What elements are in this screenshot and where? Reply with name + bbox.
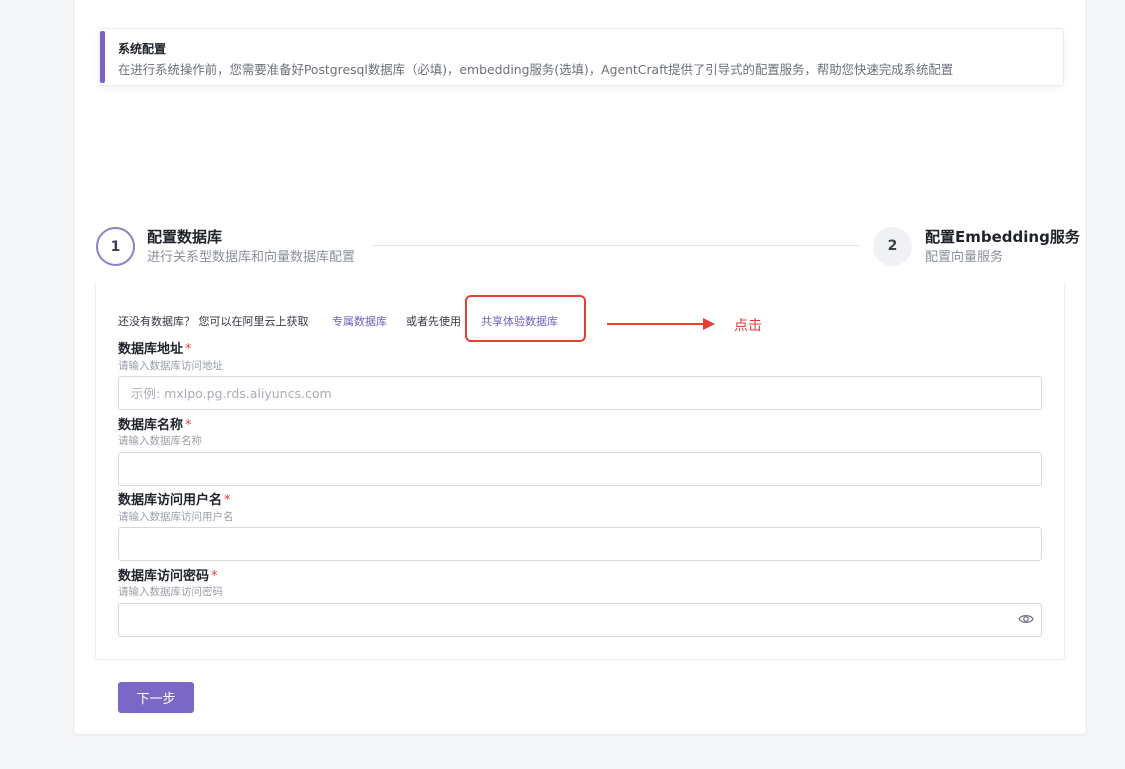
- db-username-label: 数据库访问用户名 *: [118, 489, 231, 508]
- notice-accent-bar: [100, 31, 105, 83]
- db-password-label: 数据库访问密码 *: [118, 565, 218, 584]
- step-2-indicator[interactable]: 2: [873, 227, 912, 266]
- db-address-label-text: 数据库地址: [118, 342, 184, 357]
- required-mark: *: [185, 342, 192, 357]
- eye-icon[interactable]: [1018, 613, 1034, 625]
- notice-description: 在进行系统操作前，您需要准备好Postgresql数据库（必填)，embeddi…: [118, 62, 954, 77]
- db-address-input[interactable]: [118, 376, 1042, 410]
- database-hint-text: 还没有数据库？ 您可以在阿里云上获取: [118, 315, 309, 328]
- step-2-subtitle: 配置向量服务: [925, 250, 1004, 265]
- db-password-help: 请输入数据库访问密码: [118, 586, 223, 598]
- step-2-title: 配置Embedding服务: [925, 228, 1080, 246]
- required-mark: *: [211, 569, 218, 584]
- db-name-help: 请输入数据库名称: [118, 435, 202, 447]
- db-name-input[interactable]: [118, 452, 1042, 486]
- db-name-label-text: 数据库名称: [118, 418, 184, 433]
- db-username-help: 请输入数据库访问用户名: [118, 511, 234, 523]
- step-1-title: 配置数据库: [147, 228, 223, 246]
- step-connector-line: [373, 245, 859, 246]
- annotation-click-text: 点击: [734, 318, 762, 334]
- dedicated-database-link[interactable]: 专属数据库: [332, 313, 387, 329]
- db-password-input[interactable]: [118, 603, 1042, 637]
- annotation-arrow-head: [703, 318, 715, 330]
- system-config-notice: 系统配置 在进行系统操作前，您需要准备好Postgresql数据库（必填)，em…: [99, 28, 1064, 86]
- db-password-label-text: 数据库访问密码: [118, 569, 210, 584]
- db-username-input[interactable]: [118, 527, 1042, 561]
- db-name-label: 数据库名称 *: [118, 414, 192, 433]
- database-hint-middle: 或者先使用: [406, 315, 461, 328]
- db-address-label: 数据库地址 *: [118, 338, 192, 357]
- db-username-label-text: 数据库访问用户名: [118, 493, 223, 508]
- next-step-button[interactable]: 下一步: [118, 682, 194, 713]
- annotation-arrow: [607, 323, 705, 325]
- db-address-help: 请输入数据库访问地址: [118, 360, 223, 372]
- required-mark: *: [185, 418, 192, 433]
- annotation-highlight-box: [465, 295, 586, 342]
- step-1-indicator[interactable]: 1: [96, 227, 135, 266]
- step-1-subtitle: 进行关系型数据库和向量数据库配置: [147, 250, 356, 265]
- required-mark: *: [224, 493, 231, 508]
- notice-title: 系统配置: [118, 42, 167, 56]
